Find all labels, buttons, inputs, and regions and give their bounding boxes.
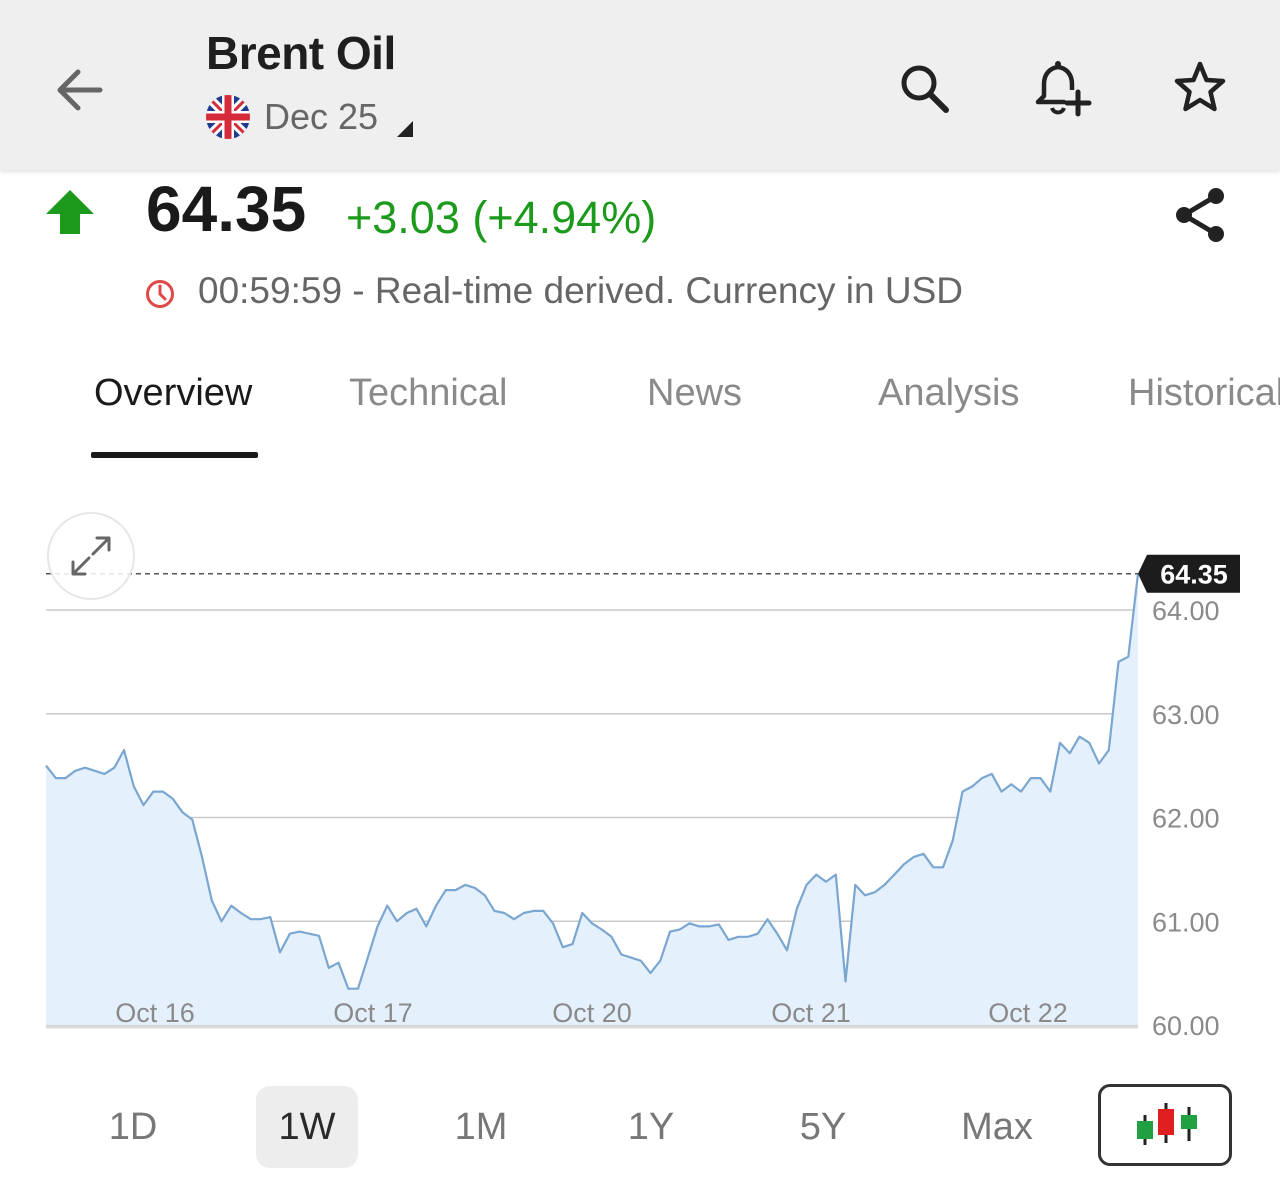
expand-chart-button[interactable] [47, 512, 135, 600]
y-tick-label: 61.00 [1152, 907, 1220, 937]
x-tick-label: Oct 16 [115, 998, 195, 1028]
x-tick-label: Oct 21 [771, 998, 851, 1028]
range-1m[interactable]: 1M [434, 1086, 528, 1168]
back-button[interactable] [48, 58, 112, 122]
current-price-label: 64.35 [1160, 560, 1228, 590]
up-arrow-icon [46, 190, 94, 234]
price-area-fill [46, 573, 1138, 1025]
quote-timestamp: 00:59:59 - Real-time derived. Currency i… [198, 270, 963, 311]
share-icon [1176, 188, 1224, 242]
price-chart[interactable]: 64.00 63.00 62.00 61.00 60.00 64.35 Oct 16 Oct … [0, 490, 1280, 1050]
y-tick-label: 63.00 [1152, 700, 1220, 730]
price-change: +3.03 (+4.94%) [346, 192, 657, 243]
tab-news[interactable]: News [647, 372, 742, 415]
y-tick-label: 62.00 [1152, 804, 1220, 834]
chart-type-button[interactable] [1098, 1084, 1232, 1166]
tab-overview[interactable]: Overview [94, 372, 252, 415]
y-tick-label: 60.00 [1152, 1011, 1220, 1041]
add-alert-button[interactable] [1030, 58, 1092, 118]
instrument-title: Brent Oil [206, 27, 396, 79]
contract-selector[interactable]: Dec 25 [206, 92, 413, 142]
star-outline-icon [1174, 61, 1226, 112]
tab-analysis[interactable]: Analysis [878, 372, 1020, 415]
y-tick-label: 64.00 [1152, 596, 1220, 626]
top-app-bar: Brent Oil Dec 25 [0, 0, 1280, 170]
clock-icon [146, 280, 174, 308]
candlestick-icon [1137, 1103, 1197, 1145]
range-1w[interactable]: 1W [256, 1086, 358, 1168]
range-max[interactable]: Max [940, 1086, 1054, 1168]
x-tick-label: Oct 22 [988, 998, 1068, 1028]
contract-label: Dec 25 [264, 96, 379, 137]
tab-technical[interactable]: Technical [349, 372, 507, 415]
range-1d[interactable]: 1D [86, 1086, 180, 1168]
last-price: 64.35 [146, 173, 307, 245]
active-tab-indicator [91, 452, 258, 458]
expand-icon [71, 536, 111, 576]
dropdown-triangle-icon [397, 121, 413, 137]
tab-historical[interactable]: Historical [1128, 372, 1280, 415]
uk-flag-icon [206, 95, 250, 139]
search-icon [901, 65, 949, 113]
search-button[interactable] [894, 58, 954, 118]
range-1y[interactable]: 1Y [604, 1086, 698, 1168]
watchlist-star-button[interactable] [1170, 58, 1230, 118]
x-tick-label: Oct 17 [333, 998, 413, 1028]
range-5y[interactable]: 5Y [776, 1086, 870, 1168]
arrow-left-icon [57, 69, 103, 111]
x-tick-label: Oct 20 [552, 998, 632, 1028]
share-button[interactable] [1170, 184, 1232, 246]
bell-plus-icon [1035, 61, 1092, 117]
